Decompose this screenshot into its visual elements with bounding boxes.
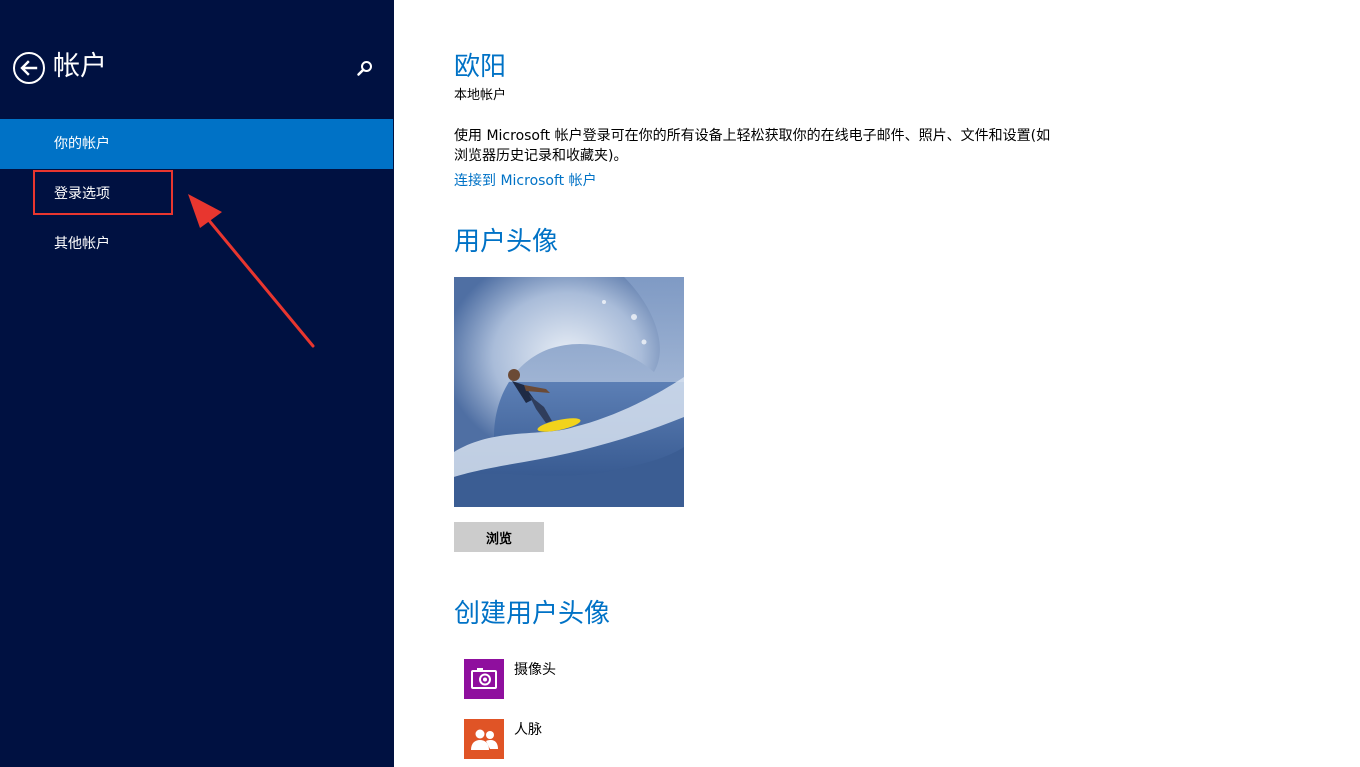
back-button[interactable] xyxy=(13,52,45,84)
create-option-label: 人脉 xyxy=(514,722,542,738)
back-arrow-icon xyxy=(20,60,38,76)
search-button[interactable] xyxy=(355,59,375,79)
sidebar: 帐户 你的帐户 登录选项 其他帐户 xyxy=(0,0,394,767)
people-tile xyxy=(464,719,504,759)
sidebar-item-label: 其他帐户 xyxy=(54,236,110,252)
sidebar-item-your-account[interactable]: 你的帐户 xyxy=(0,119,393,169)
annotation-highlight-box xyxy=(33,170,173,215)
people-icon xyxy=(471,729,498,750)
browse-button[interactable]: 浏览 xyxy=(454,522,544,552)
create-avatar-section-title: 创建用户头像 xyxy=(454,599,611,629)
camera-icon xyxy=(471,668,497,689)
create-avatar-people[interactable]: 人脉 xyxy=(464,719,764,759)
avatar-section-title: 用户头像 xyxy=(454,227,559,257)
sidebar-title: 帐户 xyxy=(53,51,107,82)
user-avatar-image xyxy=(454,277,684,507)
sidebar-item-label: 你的帐户 xyxy=(54,136,110,152)
annotation-arrow xyxy=(188,194,315,348)
connect-microsoft-account-link[interactable]: 连接到 Microsoft 帐户 xyxy=(454,170,597,190)
search-icon xyxy=(357,61,372,76)
main-content: 欧阳 本地帐户 使用 Microsoft 帐户登录可在你的所有设备上轻松获取你的… xyxy=(394,0,1360,767)
account-description: 使用 Microsoft 帐户登录可在你的所有设备上轻松获取你的在线电子邮件、照… xyxy=(454,128,1051,164)
create-option-label: 摄像头 xyxy=(514,662,556,678)
create-avatar-camera[interactable]: 摄像头 xyxy=(464,659,764,699)
camera-tile xyxy=(464,659,504,699)
user-name: 欧阳 xyxy=(454,52,507,82)
account-type: 本地帐户 xyxy=(454,88,507,103)
